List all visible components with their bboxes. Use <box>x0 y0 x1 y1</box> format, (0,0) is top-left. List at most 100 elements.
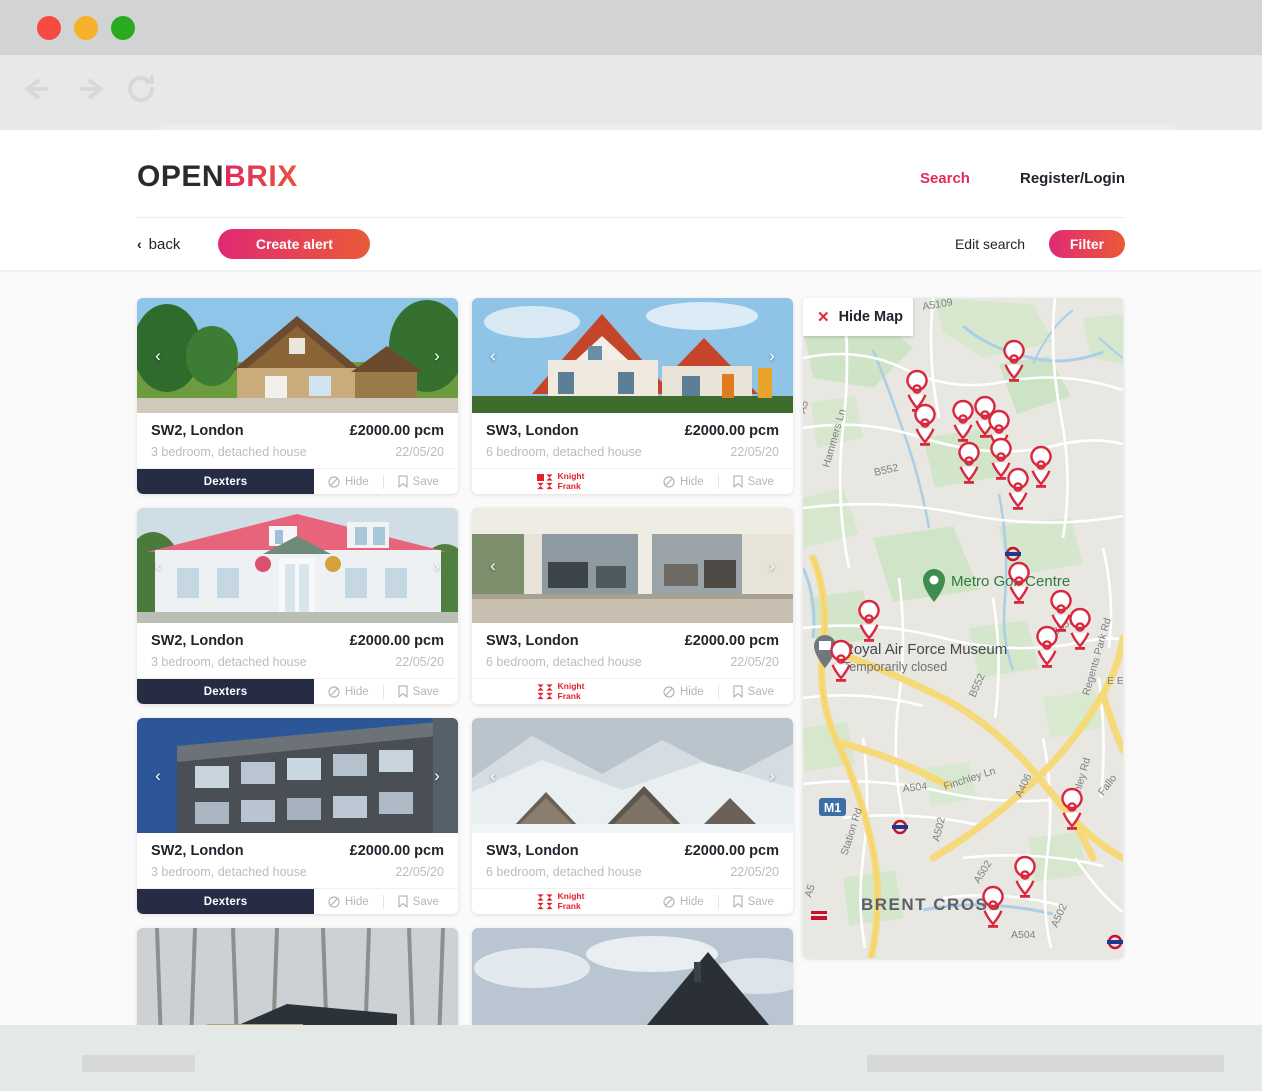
save-label: Save <box>412 895 439 908</box>
photo-snowy-mountain-cabins <box>472 718 793 833</box>
no-entry-icon <box>328 475 340 488</box>
save-action[interactable]: Save <box>719 895 788 908</box>
forward-arrow-icon[interactable] <box>70 74 112 104</box>
agency-badge-dexters[interactable]: Dexters <box>137 889 314 914</box>
agency-name-line2: Frank <box>557 480 581 491</box>
photo-prev-arrow[interactable]: ‹ <box>148 766 168 786</box>
hide-action[interactable]: Hide <box>649 476 718 488</box>
back-link-label: back <box>148 235 181 253</box>
bookmark-icon <box>398 475 408 488</box>
filter-button[interactable]: Filter <box>1049 230 1125 258</box>
photo-next-arrow[interactable]: › <box>427 346 447 366</box>
logo-text-open: OPEN <box>137 160 225 193</box>
property-photo[interactable] <box>472 928 793 1025</box>
property-date: 22/05/20 <box>395 655 444 669</box>
property-title: SW3, London <box>486 633 579 649</box>
property-photo[interactable]: ‹ › <box>137 508 458 623</box>
property-date: 22/05/20 <box>395 445 444 459</box>
property-subtitle: 3 bedroom, detached house <box>151 445 307 459</box>
property-photo[interactable]: ‹ › <box>137 718 458 833</box>
property-card[interactable]: ‹ › SW2, London £2000.00 pcm 3 bedroom, … <box>137 298 458 494</box>
property-subtitle: 3 bedroom, detached house <box>151 655 307 669</box>
property-photo[interactable]: ‹ › <box>472 718 793 833</box>
agency-badge-knight-frank[interactable]: Knight Frank <box>472 889 649 914</box>
property-photo[interactable]: ‹ › <box>472 298 793 413</box>
photo-next-arrow[interactable]: › <box>762 556 782 576</box>
save-action[interactable]: Save <box>384 685 453 698</box>
property-photo[interactable] <box>137 928 458 1025</box>
save-label: Save <box>747 685 774 698</box>
bookmark-icon <box>398 685 408 698</box>
agency-badge-dexters[interactable]: Dexters <box>137 469 314 494</box>
property-price: £2000.00 pcm <box>349 423 444 439</box>
photo-modern-dark-apartment <box>137 718 458 833</box>
property-title: SW2, London <box>151 423 244 439</box>
photo-prev-arrow[interactable]: ‹ <box>148 556 168 576</box>
close-window-button[interactable] <box>37 16 61 40</box>
photo-next-arrow[interactable]: › <box>762 346 782 366</box>
svg-text:M1: M1 <box>824 801 841 815</box>
knight-frank-logo-icon <box>536 473 553 489</box>
edit-search-link[interactable]: Edit search <box>955 236 1025 252</box>
agency-name-line2: Frank <box>557 900 581 911</box>
no-entry-icon <box>663 475 675 488</box>
hide-action[interactable]: Hide <box>314 476 383 488</box>
property-price: £2000.00 pcm <box>684 843 779 859</box>
photo-prev-arrow[interactable]: ‹ <box>148 346 168 366</box>
property-card-footer: Knight Frank Hide Save <box>472 678 793 704</box>
property-photo[interactable]: ‹ › <box>137 298 458 413</box>
no-entry-icon <box>328 895 340 908</box>
property-card[interactable]: ‹ › SW2, London £2000.00 pcm 3 bedroom, … <box>137 508 458 704</box>
create-alert-button[interactable]: Create alert <box>218 229 371 259</box>
agency-badge-knight-frank[interactable]: Knight Frank <box>472 679 649 704</box>
property-card[interactable]: ‹ › SW2, London £2000.00 pcm 3 bedroom, … <box>137 718 458 914</box>
minimize-window-button[interactable] <box>74 16 98 40</box>
hide-action[interactable]: Hide <box>649 896 718 908</box>
property-details: SW2, London £2000.00 pcm 3 bedroom, deta… <box>137 833 458 888</box>
property-card[interactable] <box>137 928 458 1025</box>
save-action[interactable]: Save <box>719 685 788 698</box>
property-card-footer: Dexters Hide Save <box>137 888 458 914</box>
hide-map-button[interactable]: ✕ Hide Map <box>803 298 913 336</box>
property-card[interactable] <box>472 928 793 1025</box>
photo-prev-arrow[interactable]: ‹ <box>483 766 503 786</box>
property-details: SW3, London £2000.00 pcm 6 bedroom, deta… <box>472 623 793 678</box>
property-card[interactable]: ‹ › SW3, London £2000.00 pcm 6 bedroom, … <box>472 508 793 704</box>
save-action[interactable]: Save <box>719 475 788 488</box>
property-title: SW3, London <box>486 423 579 439</box>
hide-label: Hide <box>680 475 704 488</box>
reload-arrow-icon[interactable] <box>124 73 160 105</box>
hide-action[interactable]: Hide <box>314 686 383 698</box>
openbrix-logo[interactable]: OPENBRIX <box>137 160 298 194</box>
hide-action[interactable]: Hide <box>649 686 718 698</box>
maximize-window-button[interactable] <box>111 16 135 40</box>
save-action[interactable]: Save <box>384 475 453 488</box>
property-card[interactable]: ‹ › SW3, London £2000.00 pcm 6 bedroom, … <box>472 718 793 914</box>
photo-next-arrow[interactable]: › <box>762 766 782 786</box>
property-subtitle: 6 bedroom, detached house <box>486 445 642 459</box>
back-link[interactable]: ‹ back <box>137 236 180 253</box>
bookmark-icon <box>398 895 408 908</box>
property-card[interactable]: ‹ › SW3, London £2000.00 pcm 6 bedroom, … <box>472 298 793 494</box>
save-action[interactable]: Save <box>384 895 453 908</box>
hide-action[interactable]: Hide <box>314 896 383 908</box>
svg-text:A504: A504 <box>1011 929 1036 941</box>
status-placeholder-block[interactable] <box>867 1055 1224 1072</box>
property-subtitle: 6 bedroom, detached house <box>486 865 642 879</box>
photo-next-arrow[interactable]: › <box>427 556 447 576</box>
results-map[interactable]: Metro Golf Centre Royal Air Force Museum… <box>803 298 1123 958</box>
photo-prev-arrow[interactable]: ‹ <box>483 556 503 576</box>
property-photo[interactable]: ‹ › <box>472 508 793 623</box>
agency-name-line2: Frank <box>557 690 581 701</box>
photo-modern-glass-interior <box>472 508 793 623</box>
agency-badge-knight-frank[interactable]: Knight Frank <box>472 469 649 494</box>
property-card-footer: Dexters Hide Save <box>137 468 458 494</box>
back-arrow-icon[interactable] <box>16 74 58 104</box>
nav-register-login-link[interactable]: Register/Login <box>1020 170 1125 187</box>
agency-badge-dexters[interactable]: Dexters <box>137 679 314 704</box>
photo-prev-arrow[interactable]: ‹ <box>483 346 503 366</box>
save-label: Save <box>747 475 774 488</box>
nav-search-link[interactable]: Search <box>920 170 970 187</box>
photo-next-arrow[interactable]: › <box>427 766 447 786</box>
horizontal-scrollbar-thumb[interactable] <box>82 1055 195 1072</box>
